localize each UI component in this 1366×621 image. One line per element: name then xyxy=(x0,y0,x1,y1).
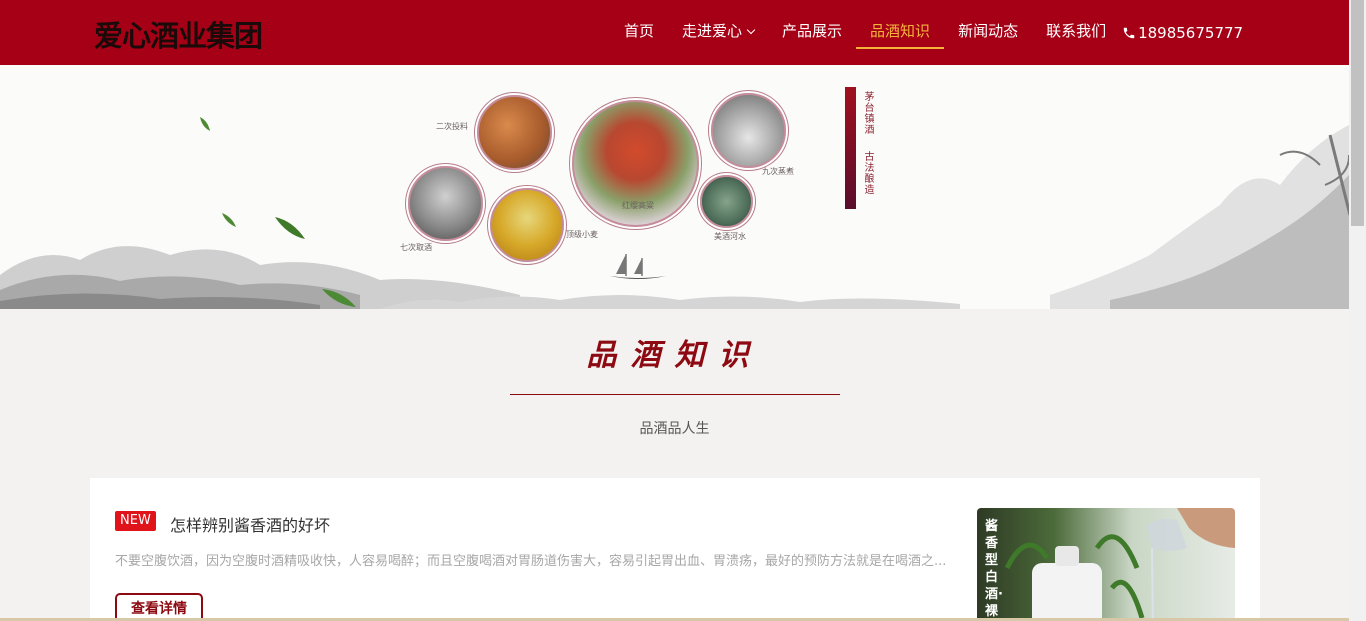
section-divider xyxy=(510,394,840,395)
nav-item-label: 首页 xyxy=(624,22,655,40)
nav-item-label: 联系我们 xyxy=(1046,22,1107,40)
hero-banner: 二次投料 红缨高粱 九次蒸煮 七次取酒 顶级小麦 美酒河水 茅台镇酒 古法酿造 xyxy=(0,65,1349,309)
nav-item-products[interactable]: 产品展示 xyxy=(768,0,856,65)
vertical-slogan-1: 茅台镇酒 xyxy=(862,91,873,135)
caption-label: 红缨高粱 xyxy=(622,201,654,210)
nav-item-about[interactable]: 走进爱心 xyxy=(668,0,768,65)
nav-item-home[interactable]: 首页 xyxy=(610,0,668,65)
thumbnail-caption: 酱香型白酒·裸 xyxy=(985,519,1003,619)
process-image-steaming xyxy=(711,93,786,168)
leaf-icon xyxy=(275,217,305,239)
leaf-icon xyxy=(322,289,356,307)
view-details-button[interactable]: 查看详情 xyxy=(115,593,203,621)
caption-label: 七次取酒 xyxy=(400,243,432,252)
nav-item-label: 走进爱心 xyxy=(682,22,743,40)
process-image-mash xyxy=(477,95,552,170)
new-badge: NEW xyxy=(115,511,156,531)
header-phone[interactable]: 18985675777 xyxy=(1122,24,1243,42)
chevron-down-icon xyxy=(746,25,756,35)
site-header: 爱心酒业集团 首页 走进爱心 产品展示 品酒知识 新闻动态 联系我们 18985… xyxy=(0,0,1349,65)
caption-label: 顶级小麦 xyxy=(566,230,598,239)
caption-label: 二次投料 xyxy=(436,122,468,131)
leaf-icon xyxy=(200,117,210,131)
caption-label: 九次蒸煮 xyxy=(762,167,794,176)
caption-label: 美酒河水 xyxy=(714,232,746,241)
ink-mountain-right xyxy=(1050,125,1349,309)
page-scrollbar[interactable] xyxy=(1349,0,1366,621)
process-image-river xyxy=(700,175,753,228)
cloud-strip xyxy=(380,295,960,309)
nav-item-news[interactable]: 新闻动态 xyxy=(944,0,1032,65)
article-thumbnail[interactable]: 酱香型白酒·裸 xyxy=(977,508,1235,621)
article-card: NEW 怎样辨别酱香酒的好坏 不要空腹饮酒，因为空腹时酒精吸收快，人容易喝醉；而… xyxy=(90,478,1260,621)
process-image-distill xyxy=(408,166,483,241)
phone-icon xyxy=(1123,27,1135,38)
bottle-image xyxy=(1004,508,1235,621)
process-image-wheat xyxy=(490,188,564,262)
phone-number: 18985675777 xyxy=(1138,23,1244,42)
article-excerpt: 不要空腹饮酒，因为空腹时酒精吸收快，人容易喝醉；而且空腹喝酒对胃肠道伤害大，容易… xyxy=(115,554,945,569)
article-title[interactable]: 怎样辨别酱香酒的好坏 xyxy=(170,512,330,536)
main-nav: 首页 走进爱心 产品展示 品酒知识 新闻动态 联系我们 18985675777 xyxy=(610,0,1243,65)
nav-item-contact[interactable]: 联系我们 xyxy=(1032,0,1120,65)
site-logo[interactable]: 爱心酒业集团 xyxy=(94,13,263,55)
section-title: 品酒知识 xyxy=(586,338,763,373)
leaf-icon xyxy=(222,213,236,227)
nav-item-wine-knowledge[interactable]: 品酒知识 xyxy=(856,0,945,65)
boat-icon xyxy=(610,254,666,279)
section-subtitle: 品酒品人生 xyxy=(639,421,710,437)
vertical-banner-bar xyxy=(845,87,856,209)
nav-item-label: 产品展示 xyxy=(782,22,843,40)
vertical-slogan-2: 古法酿造 xyxy=(862,151,873,195)
scrollbar-thumb[interactable] xyxy=(1351,0,1364,226)
nav-item-label: 新闻动态 xyxy=(958,22,1019,40)
nav-item-label: 品酒知识 xyxy=(870,22,931,40)
